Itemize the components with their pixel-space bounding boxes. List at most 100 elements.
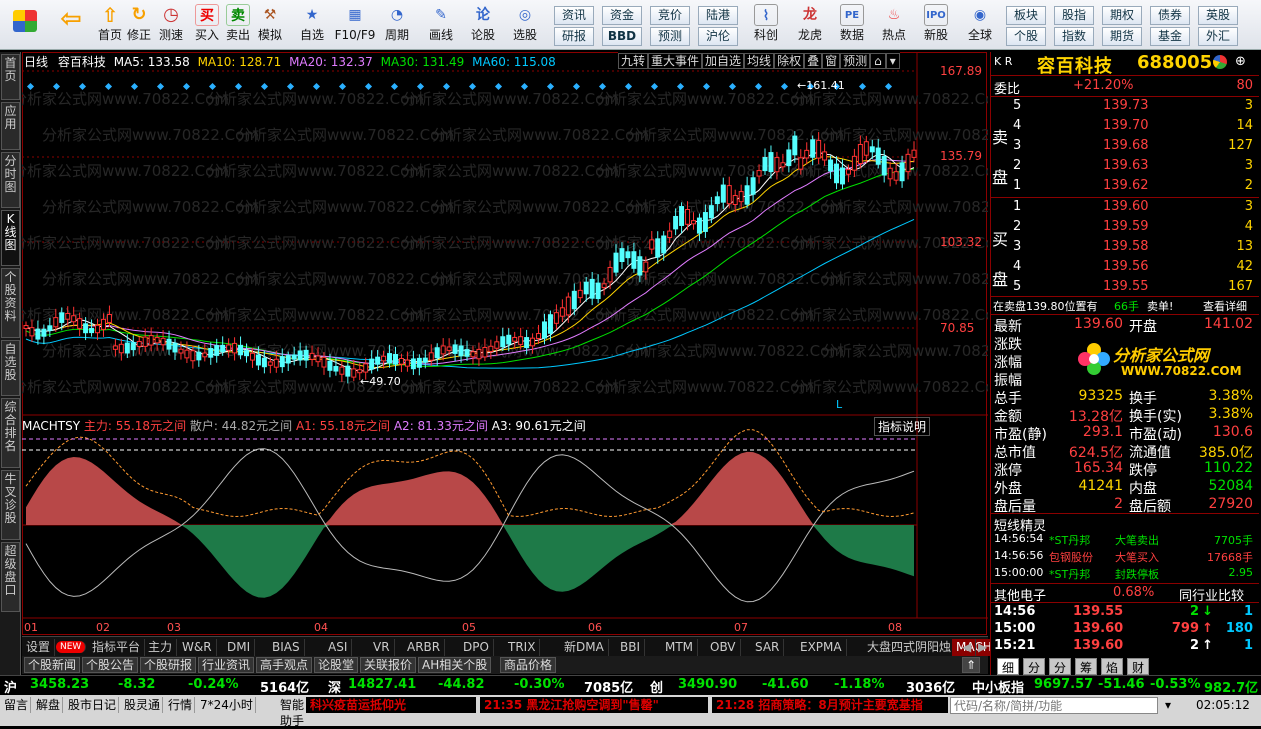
home-button[interactable]: ⇧ 首页: [92, 2, 128, 48]
dragon-tiger-button[interactable]: 龙 龙虎: [792, 2, 828, 48]
quick-fund[interactable]: 资金: [602, 6, 642, 25]
btn-window[interactable]: 窗: [822, 53, 841, 69]
bottom-link-3[interactable]: 股灵通: [122, 697, 164, 713]
btn-jiuzhuan[interactable]: 九转: [618, 53, 649, 69]
btn-exright[interactable]: 除权: [774, 53, 805, 69]
quick-bbd[interactable]: BBD: [602, 27, 642, 46]
kechuang-button[interactable]: ⌇ 科创: [748, 2, 784, 48]
quick-forecast[interactable]: 预测: [650, 27, 690, 46]
info-tab-1[interactable]: 个股公告: [82, 657, 139, 673]
quick-sector[interactable]: 板块: [1006, 6, 1046, 25]
btn-overlay[interactable]: 叠: [804, 53, 823, 69]
revise-button[interactable]: ↻ 修正: [124, 2, 154, 48]
menu-small-icon[interactable]: ▾: [885, 53, 900, 69]
quick-forex[interactable]: 外汇: [1198, 27, 1238, 46]
indicator-tab-7[interactable]: ASI: [324, 639, 353, 656]
info-tab-2[interactable]: 个股研报: [140, 657, 197, 673]
global-button[interactable]: ◉ 全球: [960, 2, 1000, 48]
code-search-input[interactable]: [950, 697, 1158, 714]
quick-stock[interactable]: 个股: [1006, 27, 1046, 46]
indicator-tab-1[interactable]: NEW: [56, 641, 87, 653]
sh-label[interactable]: 沪: [4, 677, 17, 696]
news-ticker-2[interactable]: 21:35 黑龙江抢购空调到"售罄": [480, 697, 708, 713]
sell-button[interactable]: 卖 卖出: [224, 2, 252, 48]
bottom-link-4[interactable]: 行情: [166, 697, 196, 713]
indicator-tab-9[interactable]: ARBR: [403, 639, 446, 656]
indicator-name[interactable]: MACHTSY: [22, 419, 80, 433]
quick-hk[interactable]: 陆港: [698, 6, 738, 25]
quote-tab-5[interactable]: 财: [1127, 658, 1149, 675]
quick-futures[interactable]: 期货: [1102, 27, 1142, 46]
zx-label[interactable]: 中小板指: [972, 677, 1024, 696]
quote-tab-4[interactable]: 焰: [1101, 658, 1123, 675]
detail-button[interactable]: 查看详细: [1203, 298, 1247, 314]
quick-fund2[interactable]: 基金: [1150, 27, 1190, 46]
news-ticker-1[interactable]: 科兴疫苗运抵仰光: [306, 697, 476, 713]
indicator-tab-0[interactable]: 设置: [22, 639, 56, 656]
discuss-button[interactable]: 论 论股: [467, 2, 499, 48]
search-dropdown-icon[interactable]: ▾: [1160, 697, 1176, 713]
indicator-tab-18[interactable]: 大盘四式阴阳烛: [863, 639, 957, 656]
more-icon[interactable]: ⊕: [1235, 54, 1246, 69]
bottom-link-1[interactable]: 解盘: [34, 697, 64, 713]
quote-tab-3[interactable]: 筹: [1075, 658, 1097, 675]
left-tab-intraday[interactable]: 分时图: [1, 152, 20, 208]
indicator-tab-6[interactable]: BIAS: [268, 639, 305, 656]
indicator-tab-5[interactable]: DMI: [223, 639, 256, 656]
draw-line-button[interactable]: ✎ 画线: [424, 2, 458, 48]
left-tab-level2[interactable]: 超级盘口: [1, 542, 20, 612]
news-ticker-3[interactable]: 21:28 招商策略：8月预计主要宽基指: [712, 697, 948, 713]
quote-tab-1[interactable]: 分: [1023, 658, 1045, 675]
indicator-tab-3[interactable]: 主力: [144, 639, 178, 656]
quick-index-future[interactable]: 股指: [1054, 6, 1094, 25]
short-row[interactable]: 14:56:56 包钢股份 大笔买入 17668手: [991, 549, 1259, 566]
simulate-button[interactable]: ⚒ 模拟: [255, 2, 285, 48]
cy-label[interactable]: 创: [650, 677, 663, 696]
quick-uk[interactable]: 英股: [1198, 6, 1238, 25]
back-button[interactable]: ⇦: [50, 2, 92, 48]
kline-chart-area[interactable]: 分析家公式网www.70822.Com 分析家公式网www.70822.Com 分析…: [22, 52, 988, 636]
period-label[interactable]: 日线: [24, 55, 48, 69]
f10-button[interactable]: ▦ F10/F9: [334, 2, 376, 48]
quick-option[interactable]: 期权: [1102, 6, 1142, 25]
short-row[interactable]: 15:00:00 *ST丹邦 封跌停板 2.95: [991, 566, 1259, 583]
indicator-tab-4[interactable]: W&R: [178, 639, 217, 656]
left-tab-diagnosis[interactable]: 牛叉诊股: [1, 470, 20, 540]
bottom-link-0[interactable]: 留言: [2, 697, 32, 713]
indicator-tab-13[interactable]: BBI: [616, 639, 646, 656]
stock-select-button[interactable]: ◎ 选股: [508, 2, 542, 48]
indicator-tab-11[interactable]: TRIX: [504, 639, 541, 656]
hotspot-button[interactable]: ♨ 热点: [876, 2, 912, 48]
quick-shlondon[interactable]: 沪伦: [698, 27, 738, 46]
quick-bond[interactable]: 债券: [1150, 6, 1190, 25]
quick-auction[interactable]: 竞价: [650, 6, 690, 25]
indicator-tab-14[interactable]: MTM: [661, 639, 699, 656]
btn-add-watch[interactable]: 加自选: [702, 53, 745, 69]
buy-button[interactable]: 买 买入: [193, 2, 221, 48]
quote-tab-2[interactable]: 分: [1049, 658, 1071, 675]
ipo-button[interactable]: IPO 新股: [918, 2, 954, 48]
info-tab-3[interactable]: 行业资讯: [198, 657, 255, 673]
expand-up-icon[interactable]: ⇑: [962, 657, 981, 673]
windows-grid-button[interactable]: [4, 2, 46, 48]
short-row[interactable]: 14:56:54 *ST丹邦 大笔卖出 7705手: [991, 532, 1259, 549]
home-small-icon[interactable]: ⌂: [870, 53, 886, 69]
indicator-tab-15[interactable]: OBV: [706, 639, 741, 656]
watchlist-button[interactable]: ★ 自选: [296, 2, 328, 48]
left-tab-kline[interactable]: K线图: [1, 210, 20, 266]
indicator-tab-2[interactable]: 指标平台: [88, 639, 146, 656]
indicator-help-button[interactable]: 指标说明: [874, 417, 931, 436]
indicator-tab-12[interactable]: 新DMA: [560, 639, 609, 656]
indicator-tab-16[interactable]: SAR: [751, 639, 785, 656]
sz-label[interactable]: 深: [328, 677, 341, 696]
left-tab-ranking[interactable]: 综合排名: [1, 398, 20, 468]
info-tab-4[interactable]: 高手观点: [256, 657, 313, 673]
quick-index[interactable]: 指数: [1054, 27, 1094, 46]
left-tab-watchlist[interactable]: 自选股: [1, 340, 20, 396]
left-tab-profile[interactable]: 个股资料: [1, 268, 20, 338]
bottom-link-5[interactable]: 7*24小时: [198, 697, 256, 713]
bottom-link-2[interactable]: 股市日记: [66, 697, 120, 713]
quick-research[interactable]: 研报: [554, 27, 594, 46]
indicator-tab-8[interactable]: VR: [369, 639, 395, 656]
indicator-tab-17[interactable]: EXPMA: [796, 639, 847, 656]
